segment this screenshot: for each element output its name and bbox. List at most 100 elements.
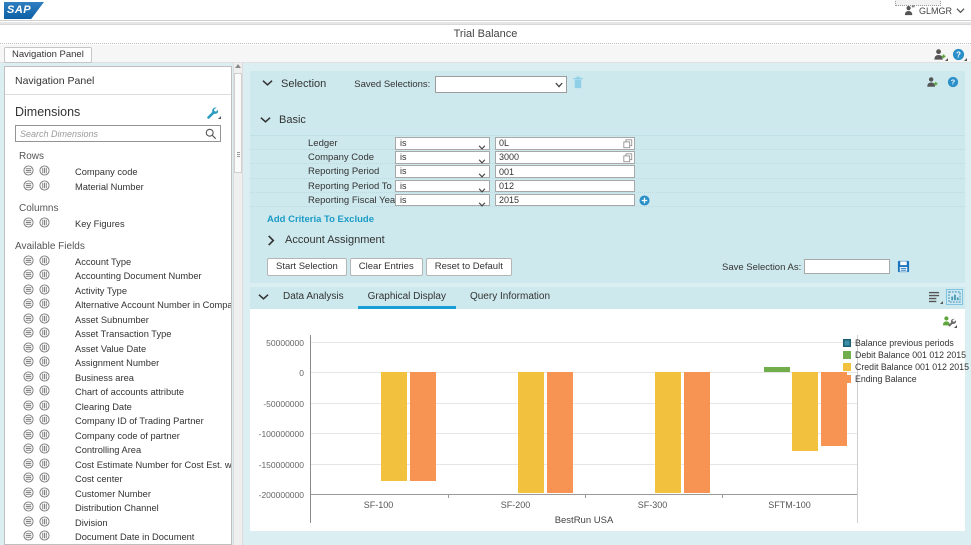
add-criteria-link[interactable]: Add Criteria To Exclude: [267, 214, 374, 225]
move-to-columns-icon[interactable]: [39, 516, 50, 530]
collapse-icon[interactable]: [258, 293, 269, 301]
maximize-chart-button[interactable]: [946, 289, 963, 305]
move-to-rows-icon[interactable]: [23, 165, 34, 179]
selection-panel: Selection Saved Selections: ?: [250, 71, 965, 283]
move-to-rows-icon[interactable]: [23, 255, 34, 269]
scrollbar-thumb[interactable]: [234, 73, 242, 173]
move-to-rows-icon[interactable]: [23, 472, 34, 486]
move-to-columns-icon[interactable]: [39, 458, 50, 472]
selection-header[interactable]: Selection Saved Selections: ?: [250, 71, 965, 97]
delete-saved-selection-button[interactable]: [572, 76, 584, 92]
scroll-up-arrow[interactable]: [235, 64, 241, 68]
collapse-icon[interactable]: [262, 79, 273, 87]
move-to-rows-icon[interactable]: [23, 298, 34, 312]
display-options-button[interactable]: [926, 289, 943, 305]
criteria-value-input[interactable]: [495, 151, 635, 164]
basic-title: Basic: [279, 114, 306, 126]
reset-to-default-button[interactable]: Reset to Default: [426, 258, 512, 276]
move-to-columns-icon[interactable]: [39, 342, 50, 356]
move-to-rows-icon[interactable]: [23, 443, 34, 457]
account-assignment-title: Account Assignment: [285, 234, 385, 246]
move-to-rows-icon[interactable]: [23, 342, 34, 356]
personalize-button[interactable]: [931, 46, 948, 62]
move-to-rows-icon[interactable]: [23, 501, 34, 515]
move-to-columns-icon[interactable]: [39, 284, 50, 298]
tab-query-information[interactable]: Query Information: [460, 287, 560, 309]
save-selection-button[interactable]: [897, 260, 910, 276]
tab-data-analysis[interactable]: Data Analysis: [273, 287, 354, 309]
move-to-rows-icon[interactable]: [23, 429, 34, 443]
operator-dropdown[interactable]: is: [395, 137, 490, 150]
legend-item[interactable]: Credit Balance 001 012 2015: [843, 361, 969, 372]
move-to-rows-icon[interactable]: [23, 269, 34, 283]
move-to-columns-icon[interactable]: [39, 472, 50, 486]
search-input[interactable]: [20, 126, 210, 141]
criteria-value-input[interactable]: [495, 137, 635, 150]
add-criteria-icon[interactable]: [639, 195, 650, 209]
personalize-selection-button[interactable]: [923, 74, 940, 90]
navigation-panel-button[interactable]: Navigation Panel: [4, 47, 92, 63]
move-to-columns-icon[interactable]: [39, 400, 50, 414]
move-to-columns-icon[interactable]: [39, 298, 50, 312]
move-to-columns-icon[interactable]: [39, 501, 50, 515]
move-to-rows-icon[interactable]: [23, 458, 34, 472]
tab-graphical-display[interactable]: Graphical Display: [358, 287, 456, 309]
move-to-rows-icon[interactable]: [23, 284, 34, 298]
search-icon[interactable]: [205, 128, 217, 140]
move-to-rows-icon[interactable]: [23, 516, 34, 530]
move-to-columns-icon[interactable]: [39, 530, 50, 544]
legend-item[interactable]: Ending Balance: [843, 373, 969, 384]
move-to-columns-icon[interactable]: [39, 180, 50, 194]
move-to-columns-icon[interactable]: [39, 443, 50, 457]
criteria-value-input[interactable]: [495, 165, 635, 178]
operator-dropdown[interactable]: is: [395, 180, 490, 193]
save-selection-input[interactable]: [804, 259, 890, 274]
move-to-rows-icon[interactable]: [23, 400, 34, 414]
move-to-rows-icon[interactable]: [23, 530, 34, 544]
selection-help-button[interactable]: ?: [944, 74, 961, 90]
move-to-rows-icon[interactable]: [23, 313, 34, 327]
move-to-rows-icon[interactable]: [23, 487, 34, 501]
move-to-columns-icon[interactable]: [39, 327, 50, 341]
help-button[interactable]: ?: [950, 46, 967, 62]
operator-dropdown[interactable]: is: [395, 165, 490, 178]
criteria-value-input[interactable]: [495, 194, 635, 207]
operator-dropdown[interactable]: is: [395, 151, 490, 164]
operator-dropdown[interactable]: is: [395, 194, 490, 207]
criteria-value-input[interactable]: [495, 180, 635, 193]
clear-entries-button[interactable]: Clear Entries: [350, 258, 423, 276]
move-to-columns-icon[interactable]: [39, 429, 50, 443]
move-to-columns-icon[interactable]: [39, 414, 50, 428]
move-to-rows-icon[interactable]: [23, 217, 34, 231]
legend-item[interactable]: Balance previous periods: [843, 337, 969, 348]
save-icon: [897, 260, 910, 273]
basic-section-header[interactable]: Basic: [260, 111, 306, 129]
user-menu[interactable]: GLMGR: [904, 0, 965, 21]
dimension-settings-button[interactable]: [201, 104, 221, 120]
move-to-rows-icon[interactable]: [23, 180, 34, 194]
list-item: Controlling Area: [15, 443, 221, 458]
move-to-rows-icon[interactable]: [23, 327, 34, 341]
legend-item[interactable]: Debit Balance 001 012 2015: [843, 349, 969, 360]
chart-plot: [310, 335, 858, 523]
chart-settings-button[interactable]: [940, 313, 957, 329]
move-to-columns-icon[interactable]: [39, 217, 50, 231]
vertical-scrollbar[interactable]: [233, 63, 243, 545]
saved-selections-dropdown[interactable]: [435, 76, 567, 93]
move-to-columns-icon[interactable]: [39, 313, 50, 327]
app-window: SAP GLMGR Trial Balance Navigation Panel…: [0, 0, 971, 545]
move-to-rows-icon[interactable]: [23, 371, 34, 385]
move-to-columns-icon[interactable]: [39, 487, 50, 501]
move-to-columns-icon[interactable]: [39, 356, 50, 370]
move-to-rows-icon[interactable]: [23, 414, 34, 428]
move-to-columns-icon[interactable]: [39, 385, 50, 399]
move-to-columns-icon[interactable]: [39, 371, 50, 385]
start-selection-button[interactable]: Start Selection: [267, 258, 347, 276]
move-to-columns-icon[interactable]: [39, 165, 50, 179]
move-to-columns-icon[interactable]: [39, 269, 50, 283]
expand-icon: [267, 235, 275, 246]
move-to-rows-icon[interactable]: [23, 385, 34, 399]
account-assignment-header[interactable]: Account Assignment: [267, 234, 385, 246]
move-to-columns-icon[interactable]: [39, 255, 50, 269]
move-to-rows-icon[interactable]: [23, 356, 34, 370]
